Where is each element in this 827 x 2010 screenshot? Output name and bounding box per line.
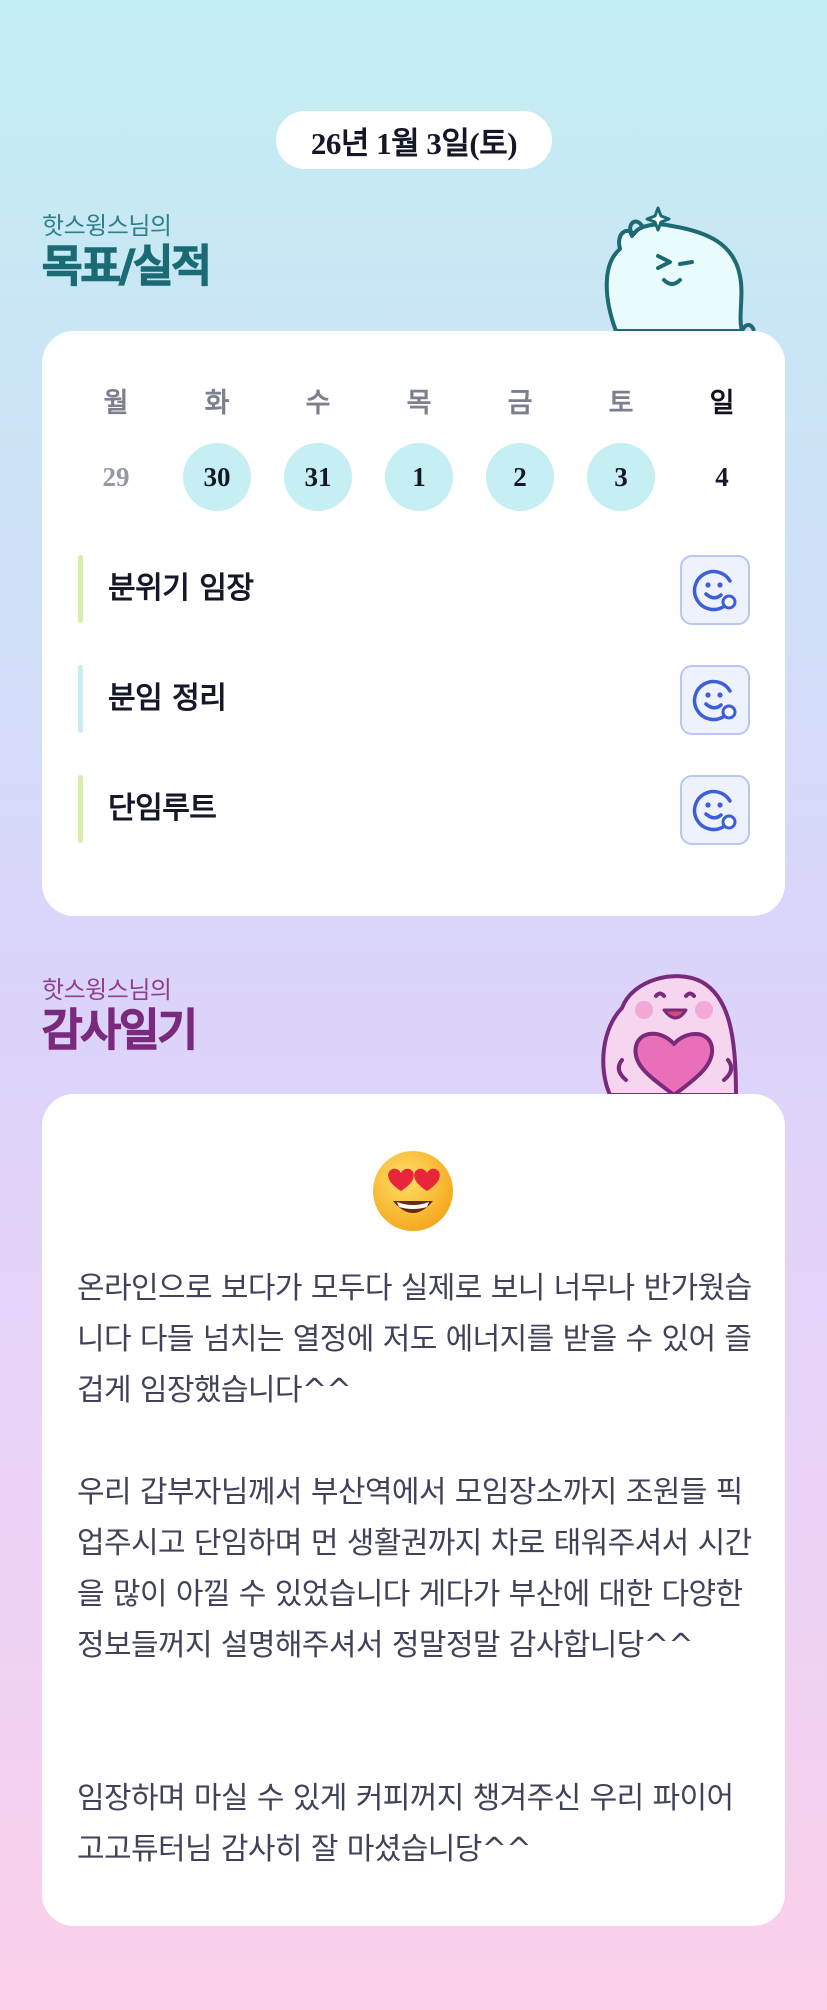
goal-bar [78, 775, 83, 843]
weekday-mon: 월 [103, 388, 129, 419]
date-cell[interactable]: 1 [385, 443, 453, 511]
goals-section-header: 핫스윙스님의 목표/실적 [41, 206, 212, 293]
goal-item: 분임 정리 [78, 665, 750, 735]
weekday-tue: 화 [204, 388, 230, 419]
ghost-mascot-icon [604, 206, 756, 332]
date-cell[interactable]: 3 [587, 443, 655, 511]
goal-label: 단임루트 [108, 791, 217, 826]
goal-bar [78, 555, 83, 623]
thanks-section-header: 핫스윙스님의 감사일기 [41, 970, 198, 1057]
date-cell[interactable]: 31 [284, 443, 352, 511]
current-date: 26년 1월 3일(토) [310, 125, 518, 161]
goal-item: 분위기 임장 [78, 555, 750, 625]
weekday-sun: 일 [709, 388, 735, 419]
diary-card: 온라인으로 보다가 모두다 실제로 보니 너무나 반가웠습니다 다들 넘치는 열… [42, 1094, 785, 1926]
diary-paragraph: 우리 갑부자님께서 부산역에서 모임장소까지 조원들 픽업주시고 단임하며 먼 … [77, 1475, 752, 1663]
goal-label: 분임 정리 [108, 681, 227, 716]
date-row: 29 30 31 1 2 3 4 [82, 443, 756, 511]
goal-reaction-button[interactable] [680, 665, 750, 735]
smile-icon [692, 569, 737, 612]
date-cell[interactable]: 4 [688, 443, 756, 511]
goals-title: 목표/실적 [41, 240, 212, 292]
date-cell[interactable]: 30 [183, 443, 251, 511]
goals-card: 월 화 수 목 금 토 일 29 30 31 1 2 3 4 분위기 임장 분임… [42, 331, 785, 916]
weekday-row: 월 화 수 목 금 토 일 [82, 381, 756, 420]
heart-eyes-emoji-icon [373, 1151, 453, 1231]
goal-reaction-button[interactable] [680, 775, 750, 845]
goal-bar [78, 665, 83, 733]
diary-paragraph: 온라인으로 보다가 모두다 실제로 보니 너무나 반가웠습니다 다들 넘치는 열… [77, 1271, 752, 1408]
heart-ghost-mascot-icon [601, 974, 738, 1096]
weekday-thu: 목 [406, 388, 432, 419]
date-pill: 26년 1월 3일(토) [276, 111, 552, 169]
weekday-sat: 토 [608, 388, 634, 419]
date-cell[interactable]: 2 [486, 443, 554, 511]
weekday-fri: 금 [507, 388, 533, 419]
goal-label: 분위기 임장 [108, 571, 254, 606]
goal-reaction-button[interactable] [680, 555, 750, 625]
smile-icon [692, 789, 737, 832]
thanks-subtitle: 핫스윙스님의 [42, 976, 172, 1004]
smile-icon [692, 679, 737, 722]
date-cell[interactable]: 29 [82, 443, 150, 511]
goal-item: 단임루트 [78, 775, 750, 845]
weekday-wed: 수 [305, 388, 331, 419]
diary-paragraph: 임장하며 마실 수 있게 커피꺼지 챙겨주신 우리 파이어고고튜터님 감사히 잘… [77, 1781, 734, 1867]
thanks-title: 감사일기 [41, 1004, 198, 1056]
goals-subtitle: 핫스윙스님의 [42, 212, 172, 240]
